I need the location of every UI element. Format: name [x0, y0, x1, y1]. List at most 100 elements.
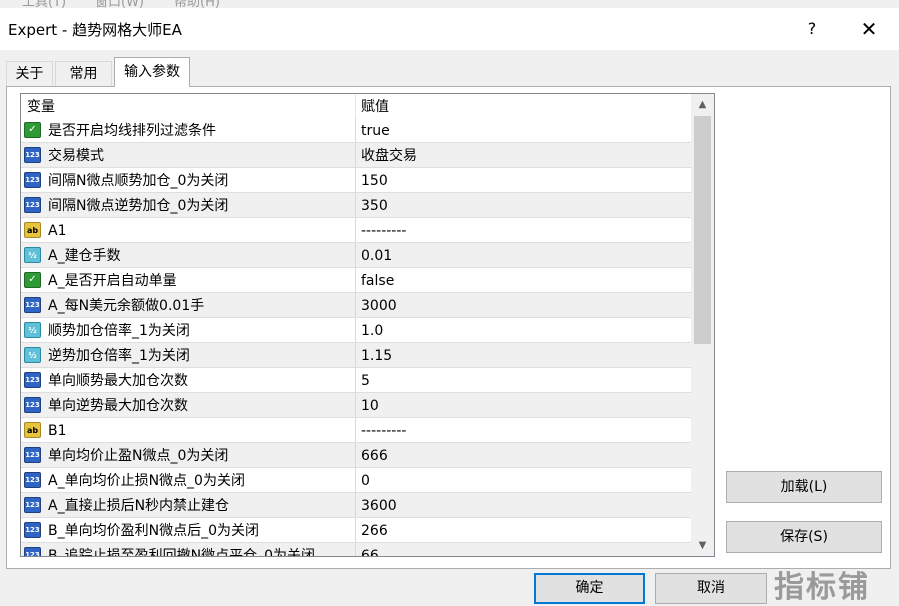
variable-name: 单向顺势最大加仓次数: [48, 373, 188, 389]
parameter-value[interactable]: 150: [361, 168, 388, 193]
parameter-value[interactable]: true: [361, 118, 390, 143]
cell-divider: [355, 343, 356, 368]
parameter-row[interactable]: 123 B_单向均价盈利N微点后_0为关闭 266: [21, 518, 691, 543]
integer-icon: 123: [24, 172, 41, 188]
variable-name: A_建仓手数: [48, 248, 121, 264]
parameter-row[interactable]: ✓ 是否开启均线排列过滤条件 true: [21, 118, 691, 143]
double-icon: ½: [24, 322, 41, 338]
integer-icon: 123: [24, 372, 41, 388]
parameter-value[interactable]: 266: [361, 518, 388, 543]
double-icon: ½: [24, 347, 41, 363]
cell-divider: [355, 243, 356, 268]
parameter-value[interactable]: 3600: [361, 493, 397, 518]
parameter-value[interactable]: 66: [361, 543, 379, 556]
variable-name: A_每N美元余额做0.01手: [48, 298, 205, 314]
grid-header: 变量 赋值: [21, 94, 691, 118]
integer-icon: 123: [24, 472, 41, 488]
parameter-row[interactable]: 123 间隔N微点顺势加仓_0为关闭 150: [21, 168, 691, 193]
parameter-row[interactable]: ✓ A_是否开启自动单量 false: [21, 268, 691, 293]
parameter-value[interactable]: ---------: [361, 218, 406, 243]
cell-divider: [355, 493, 356, 518]
vertical-scrollbar[interactable]: ▲ ▼: [691, 94, 714, 556]
parameter-row[interactable]: 123 交易模式 收盘交易: [21, 143, 691, 168]
cell-divider: [355, 368, 356, 393]
cell-divider: [355, 443, 356, 468]
parameter-value[interactable]: 5: [361, 368, 370, 393]
parameter-value[interactable]: 350: [361, 193, 388, 218]
parameter-row[interactable]: 123 单向均价止盈N微点_0为关闭 666: [21, 443, 691, 468]
column-header-value[interactable]: 赋值: [361, 94, 389, 118]
string-icon: ab: [24, 422, 41, 438]
parameter-row[interactable]: ½ A_建仓手数 0.01: [21, 243, 691, 268]
parameter-row[interactable]: ab B1 ---------: [21, 418, 691, 443]
scrollbar-thumb[interactable]: [694, 116, 711, 344]
parameter-row[interactable]: 123 单向顺势最大加仓次数 5: [21, 368, 691, 393]
column-divider[interactable]: [355, 94, 356, 118]
string-icon: ab: [24, 222, 41, 238]
parameter-value[interactable]: false: [361, 268, 394, 293]
parameter-row[interactable]: ½ 逆势加仓倍率_1为关闭 1.15: [21, 343, 691, 368]
boolean-icon: ✓: [24, 272, 41, 288]
parameter-value[interactable]: 1.0: [361, 318, 383, 343]
integer-icon: 123: [24, 197, 41, 213]
scroll-up-arrow-icon[interactable]: ▲: [691, 94, 714, 115]
parameter-value[interactable]: 0.01: [361, 243, 392, 268]
variable-name: 间隔N微点逆势加仓_0为关闭: [48, 198, 229, 214]
parameter-value[interactable]: 收盘交易: [361, 143, 417, 168]
load-button[interactable]: 加载(L): [726, 471, 882, 503]
ok-button[interactable]: 确定: [534, 573, 645, 604]
cell-divider: [355, 393, 356, 418]
help-button[interactable]: ?: [796, 16, 828, 42]
variable-name: A_单向均价止损N微点_0为关闭: [48, 473, 245, 489]
cancel-button[interactable]: 取消: [655, 573, 767, 604]
parameter-row[interactable]: 123 间隔N微点逆势加仓_0为关闭 350: [21, 193, 691, 218]
cell-divider: [355, 118, 356, 143]
parameter-row[interactable]: 123 A_单向均价止损N微点_0为关闭 0: [21, 468, 691, 493]
boolean-icon: ✓: [24, 122, 41, 138]
tab-common[interactable]: 常用: [55, 61, 112, 86]
variable-name: 逆势加仓倍率_1为关闭: [48, 348, 190, 364]
parameter-value[interactable]: 1.15: [361, 343, 392, 368]
column-header-variable[interactable]: 变量: [27, 94, 55, 118]
variable-name: B1: [48, 423, 67, 439]
menubar-remnant: 工具(T) 窗口(W) 帮助(H): [0, 0, 899, 8]
scroll-down-arrow-icon[interactable]: ▼: [691, 535, 714, 556]
menu-help[interactable]: 帮助(H): [174, 0, 220, 8]
parameter-row[interactable]: 123 B_追踪止损至盈利回撤N微点平仓_0为关闭 66: [21, 543, 691, 556]
cell-divider: [355, 168, 356, 193]
variable-name: 间隔N微点顺势加仓_0为关闭: [48, 173, 229, 189]
cell-divider: [355, 543, 356, 556]
parameter-value[interactable]: 0: [361, 468, 370, 493]
variable-name: A_直接止损后N秒内禁止建仓: [48, 498, 230, 514]
integer-icon: 123: [24, 497, 41, 513]
cell-divider: [355, 518, 356, 543]
parameter-row[interactable]: 123 单向逆势最大加仓次数 10: [21, 393, 691, 418]
menu-window[interactable]: 窗口(W): [95, 0, 144, 8]
menu-tools[interactable]: 工具(T): [22, 0, 66, 8]
parameter-row[interactable]: ab A1 ---------: [21, 218, 691, 243]
parameter-value[interactable]: 666: [361, 443, 388, 468]
parameter-row[interactable]: ½ 顺势加仓倍率_1为关闭 1.0: [21, 318, 691, 343]
parameter-row[interactable]: 123 A_每N美元余额做0.01手 3000: [21, 293, 691, 318]
tab-about[interactable]: 关于: [6, 61, 53, 86]
close-button[interactable]: ✕: [850, 14, 888, 44]
integer-icon: 123: [24, 447, 41, 463]
parameters-grid[interactable]: 变量 赋值 ✓ 是否开启均线排列过滤条件 true 123 交易模式 收盘交易 123 间隔N…: [20, 93, 715, 557]
cell-divider: [355, 193, 356, 218]
tab-inputs[interactable]: 输入参数: [114, 57, 190, 87]
parameter-value[interactable]: 3000: [361, 293, 397, 318]
parameter-row[interactable]: 123 A_直接止损后N秒内禁止建仓 3600: [21, 493, 691, 518]
integer-icon: 123: [24, 147, 41, 163]
double-icon: ½: [24, 247, 41, 263]
expert-dialog: Expert - 趋势网格大师EA ? ✕ 关于 常用 输入参数 变量 赋值 ✓…: [0, 8, 899, 606]
title-bar: Expert - 趋势网格大师EA ? ✕: [0, 8, 899, 50]
save-button[interactable]: 保存(S): [726, 521, 882, 553]
integer-icon: 123: [24, 522, 41, 538]
variable-name: A_是否开启自动单量: [48, 273, 177, 289]
variable-name: 单向逆势最大加仓次数: [48, 398, 188, 414]
integer-icon: 123: [24, 397, 41, 413]
variable-name: A1: [48, 223, 67, 239]
parameter-value[interactable]: ---------: [361, 418, 406, 443]
parameter-value[interactable]: 10: [361, 393, 379, 418]
dialog-client: 关于 常用 输入参数 变量 赋值 ✓ 是否开启均线排列过滤条件 true 123 交易模…: [0, 50, 899, 606]
